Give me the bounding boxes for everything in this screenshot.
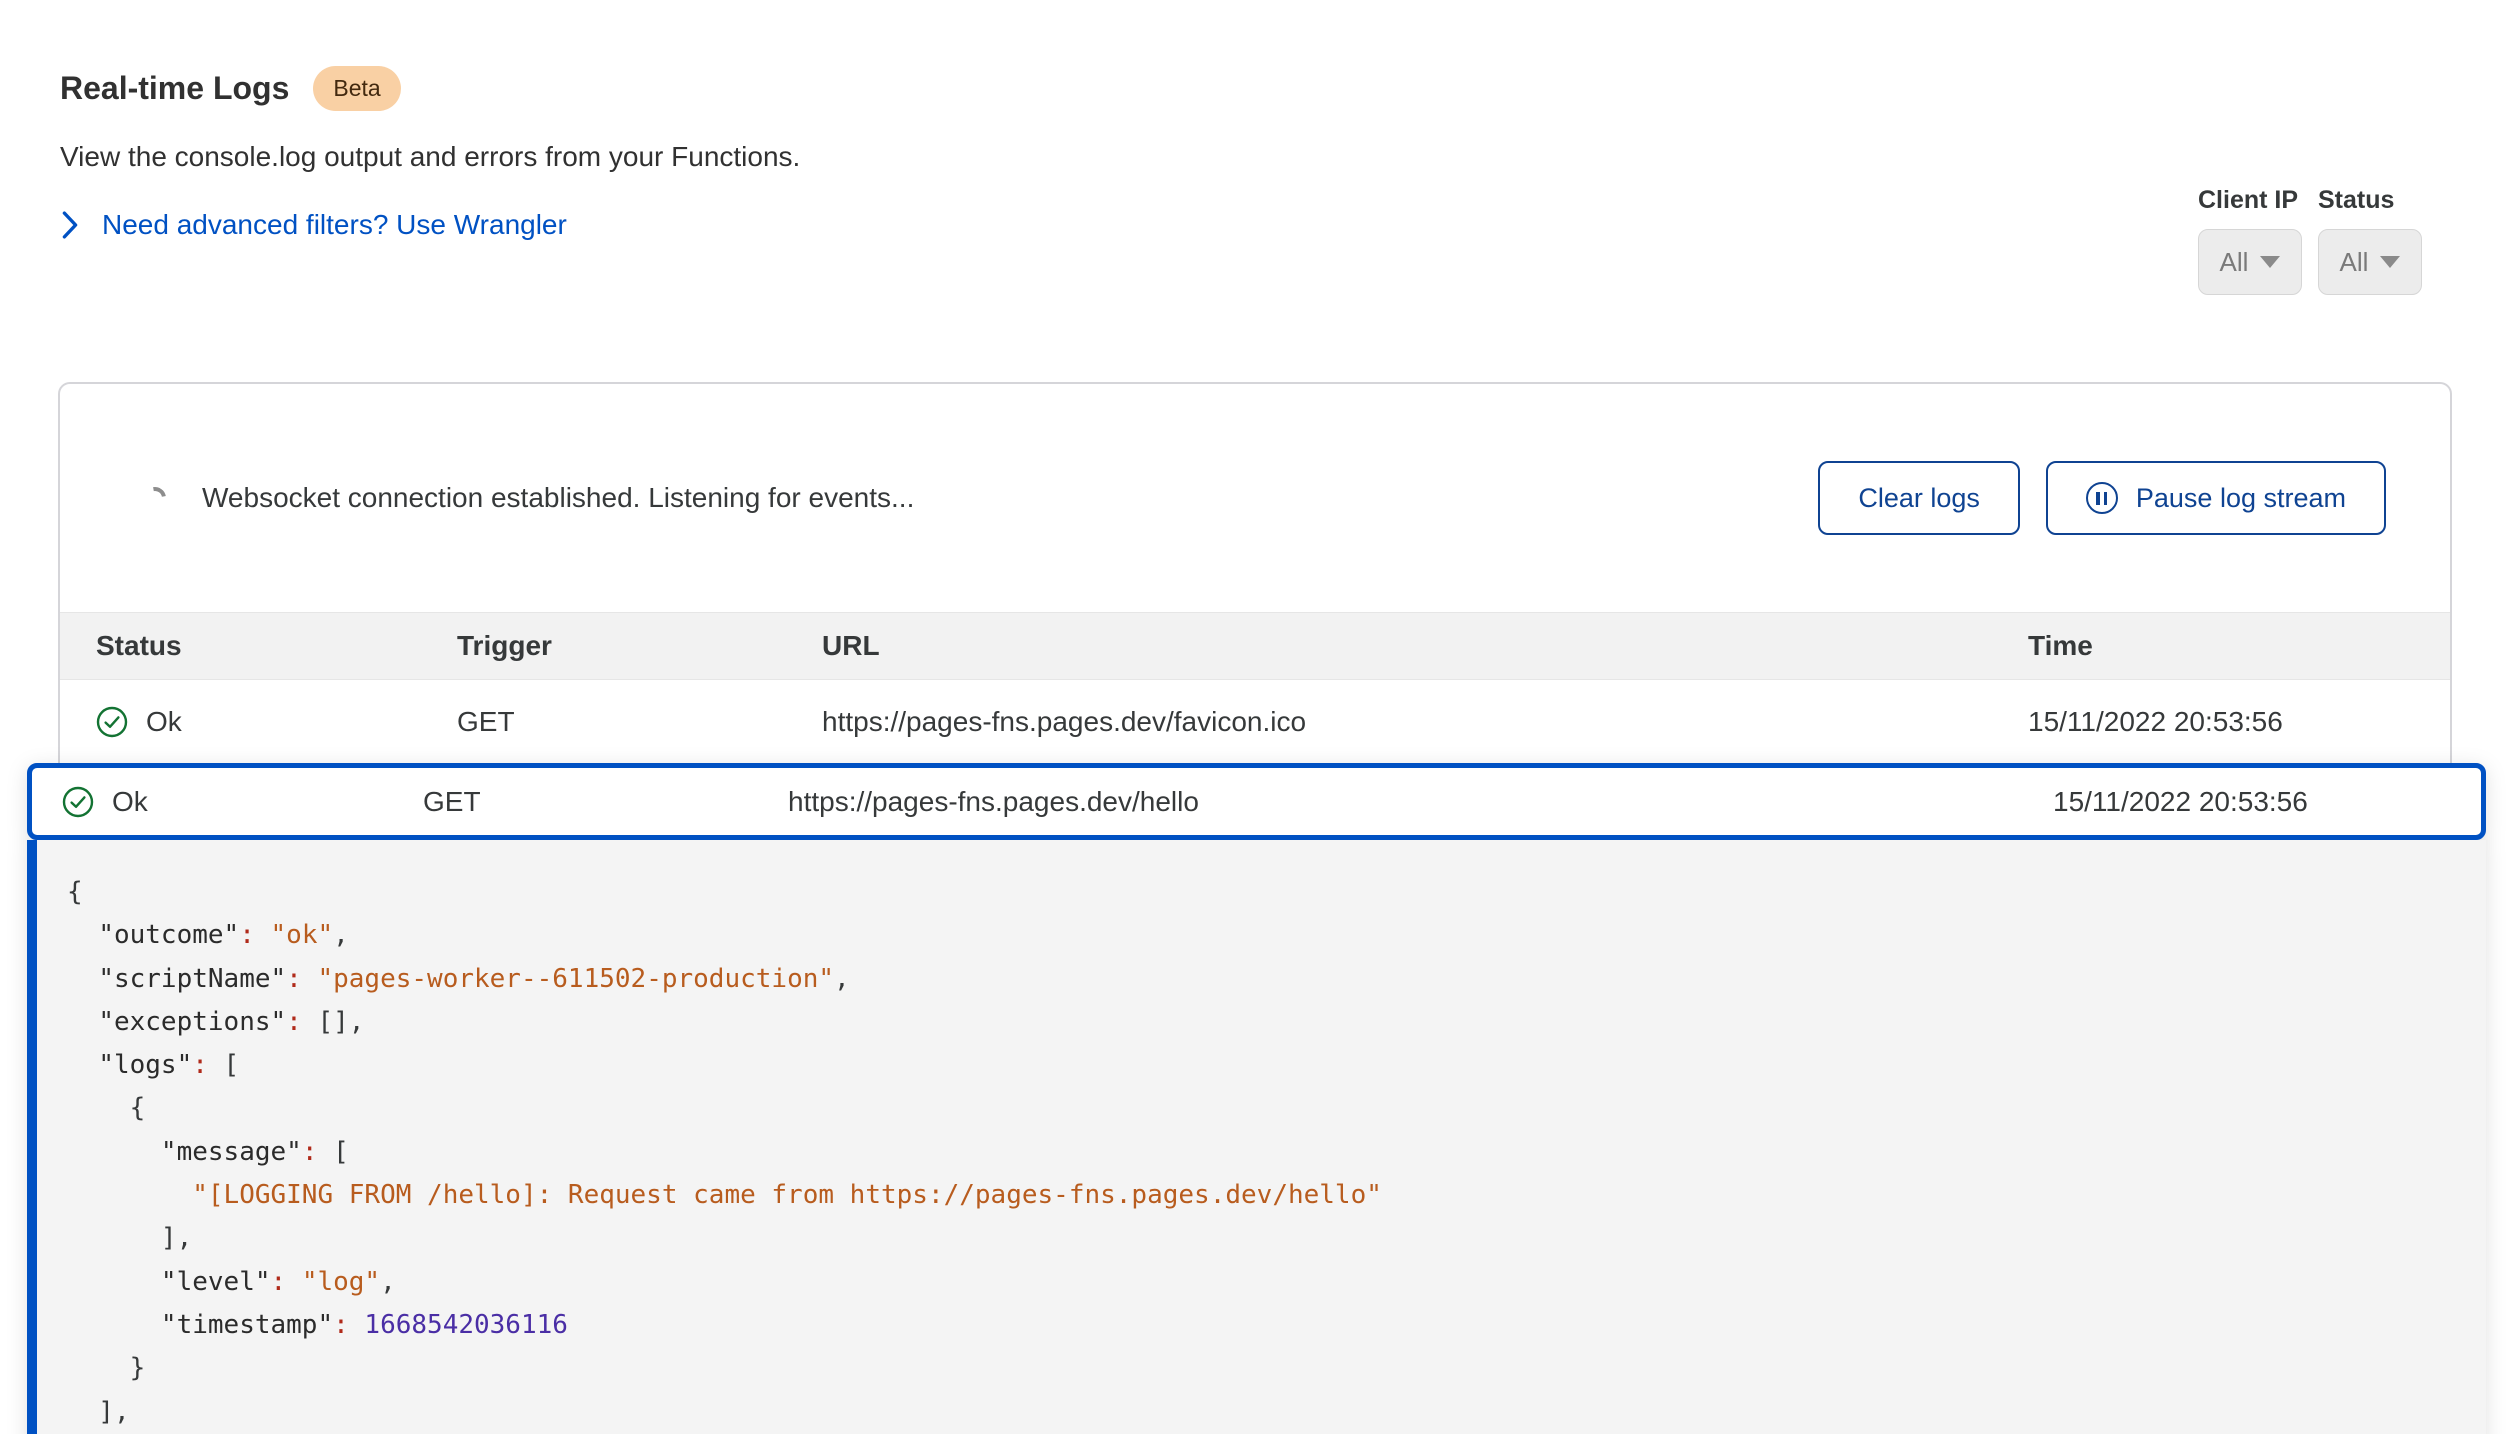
row-status: Ok [112, 786, 148, 818]
status-filter-value: All [2340, 247, 2369, 278]
row-trigger: GET [421, 706, 786, 738]
pause-log-stream-label: Pause log stream [2136, 483, 2346, 514]
websocket-status: Websocket connection established. Listen… [144, 482, 914, 514]
chevron-right-icon [60, 211, 80, 239]
success-check-icon [62, 786, 94, 818]
wrangler-filters-link[interactable]: Need advanced filters? Use Wrangler [60, 209, 800, 241]
spinner-icon [140, 483, 171, 514]
chevron-down-icon [2260, 256, 2280, 268]
row-trigger: GET [393, 786, 758, 818]
log-filters: Client IP All Status All [2198, 186, 2422, 295]
log-toolbar: Websocket connection established. Listen… [60, 384, 2450, 612]
column-header-time: Time [1992, 630, 2450, 662]
clear-logs-button[interactable]: Clear logs [1818, 461, 2020, 535]
table-row[interactable]: Ok GET https://pages-fns.pages.dev/favic… [60, 680, 2450, 764]
page-subtitle: View the console.log output and errors f… [60, 141, 800, 173]
websocket-status-text: Websocket connection established. Listen… [202, 482, 914, 514]
expanded-log-entry: Ok GET https://pages-fns.pages.dev/hello… [27, 763, 2486, 1434]
client-ip-filter-select[interactable]: All [2198, 229, 2302, 295]
status-filter-select[interactable]: All [2318, 229, 2422, 295]
chevron-down-icon [2380, 256, 2400, 268]
column-header-status: Status [60, 630, 421, 662]
page-header: Real-time Logs Beta View the console.log… [60, 66, 800, 241]
row-url: https://pages-fns.pages.dev/hello [758, 786, 2023, 818]
log-detail-json: { "outcome": "ok", "scriptName": "pages-… [27, 840, 2486, 1434]
row-time: 15/11/2022 20:53:56 [2023, 786, 2481, 818]
table-row-selected[interactable]: Ok GET https://pages-fns.pages.dev/hello… [27, 763, 2486, 840]
client-ip-filter-label: Client IP [2198, 186, 2302, 215]
row-time: 15/11/2022 20:53:56 [1992, 706, 2450, 738]
pause-icon [2086, 482, 2118, 514]
clear-logs-label: Clear logs [1858, 483, 1980, 514]
status-filter-label: Status [2318, 186, 2422, 215]
pause-log-stream-button[interactable]: Pause log stream [2046, 461, 2386, 535]
page-title: Real-time Logs [60, 70, 289, 107]
success-check-icon [96, 706, 128, 738]
beta-badge: Beta [313, 66, 400, 111]
row-url: https://pages-fns.pages.dev/favicon.ico [786, 706, 1992, 738]
wrangler-link-label: Need advanced filters? Use Wrangler [102, 209, 567, 241]
table-header: Status Trigger URL Time [60, 612, 2450, 680]
row-status: Ok [146, 706, 182, 738]
column-header-trigger: Trigger [421, 630, 786, 662]
column-header-url: URL [786, 630, 1992, 662]
client-ip-filter-value: All [2220, 247, 2249, 278]
